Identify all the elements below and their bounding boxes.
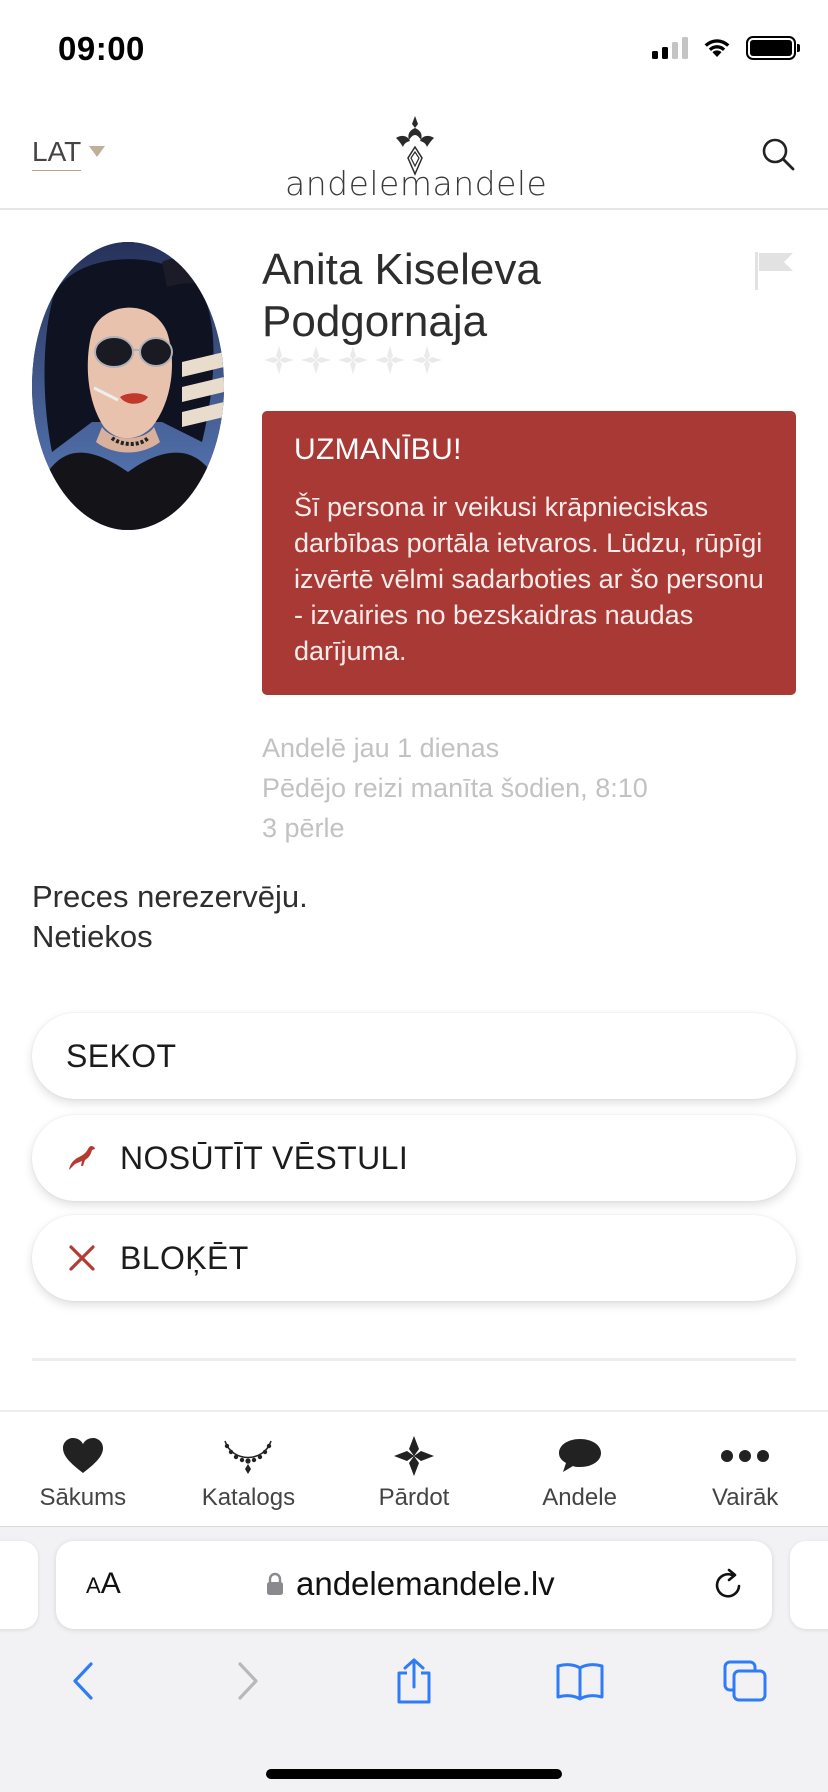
necklace-icon bbox=[222, 1434, 274, 1478]
previous-tab-preview[interactable] bbox=[0, 1541, 38, 1629]
nav-item-sell[interactable]: Pārdot bbox=[331, 1412, 497, 1526]
profile-name: Anita Kiseleva Podgornaja bbox=[262, 245, 541, 346]
status-bar: 09:00 bbox=[0, 0, 828, 100]
rating-star-icon bbox=[264, 346, 294, 374]
status-time: 09:00 bbox=[58, 30, 145, 67]
bio-line: Preces nerezervēju. bbox=[32, 879, 308, 914]
share-icon bbox=[397, 1658, 431, 1704]
wifi-icon bbox=[704, 39, 730, 57]
profile-meta: Andelē jau 1 dienas Pēdējo reizi manīta … bbox=[262, 728, 648, 848]
home-indicator bbox=[266, 1769, 562, 1779]
url-text: andelemandele.lv bbox=[296, 1565, 555, 1602]
warning-title: UZMANĪBU! bbox=[294, 433, 462, 466]
search-icon[interactable] bbox=[758, 134, 798, 174]
site-header: LAT andelemandele bbox=[0, 100, 828, 210]
rating-star-icon bbox=[375, 346, 405, 374]
block-label: BLOĶĒT bbox=[120, 1239, 249, 1276]
member-since: Andelē jau 1 dienas bbox=[262, 733, 500, 763]
bio-line: Netiekos bbox=[32, 919, 153, 954]
chevron-left-icon bbox=[73, 1662, 93, 1700]
tabs-button[interactable] bbox=[715, 1651, 775, 1711]
chevron-right-icon bbox=[238, 1662, 258, 1700]
caret-down-icon bbox=[89, 146, 106, 157]
bottom-navigation: Sākums Katalogs Pārdot Andele Vairāk bbox=[0, 1410, 828, 1526]
status-icons bbox=[652, 36, 800, 60]
report-flag-icon[interactable] bbox=[753, 250, 795, 292]
bookmarks-button[interactable] bbox=[550, 1651, 610, 1711]
send-message-label: NOSŪTĪT VĒSTULI bbox=[120, 1139, 409, 1176]
last-seen: Pēdējo reizi manīta šodien, 8:10 bbox=[262, 773, 648, 803]
pigeon-icon bbox=[66, 1142, 98, 1174]
rating-star-icon bbox=[412, 346, 442, 374]
pearls-count: 3 pērle bbox=[262, 813, 345, 843]
nav-label: Pārdot bbox=[378, 1484, 450, 1511]
block-button[interactable]: BLOĶĒT bbox=[32, 1215, 796, 1301]
section-divider bbox=[32, 1358, 796, 1361]
site-logo[interactable]: andelemandele bbox=[285, 116, 547, 203]
nav-item-home[interactable]: Sākums bbox=[0, 1412, 166, 1526]
chat-bubble-icon bbox=[557, 1434, 603, 1478]
text-size-button[interactable]: AA bbox=[86, 1567, 121, 1601]
back-button[interactable] bbox=[53, 1651, 113, 1711]
nav-label: Katalogs bbox=[201, 1484, 296, 1511]
address-bar[interactable]: AA andelemandele.lv bbox=[56, 1541, 772, 1629]
nav-item-more[interactable]: Vairāk bbox=[662, 1412, 828, 1526]
rating-star-icon bbox=[301, 346, 331, 374]
follow-button[interactable]: SEKOT bbox=[32, 1013, 796, 1099]
profile-avatar bbox=[32, 242, 224, 530]
rating-stars bbox=[262, 344, 444, 376]
language-label: LAT bbox=[32, 136, 82, 171]
close-x-icon bbox=[66, 1242, 98, 1274]
tabs-icon bbox=[723, 1660, 767, 1702]
more-dots-icon bbox=[720, 1434, 770, 1478]
next-tab-preview[interactable] bbox=[790, 1541, 828, 1629]
nav-label: Sākums bbox=[39, 1484, 127, 1511]
lock-icon bbox=[267, 1572, 283, 1595]
browser-chrome: AA andelemandele.lv bbox=[0, 1526, 828, 1792]
nav-item-catalog[interactable]: Katalogs bbox=[166, 1412, 332, 1526]
language-selector[interactable]: LAT bbox=[32, 136, 106, 171]
browser-toolbar bbox=[0, 1645, 828, 1717]
follow-label: SEKOT bbox=[66, 1037, 177, 1074]
diamond-cross-icon bbox=[393, 1434, 435, 1478]
logo-text: andelemandele bbox=[285, 164, 548, 203]
nav-label: Vairāk bbox=[712, 1484, 779, 1511]
book-icon bbox=[556, 1663, 604, 1701]
nav-item-andele[interactable]: Andele bbox=[497, 1412, 663, 1526]
rating-star-icon bbox=[338, 346, 368, 374]
battery-icon bbox=[746, 36, 800, 60]
heart-icon bbox=[62, 1434, 104, 1478]
profile-bio: Preces nerezervēju. Netiekos bbox=[32, 877, 308, 957]
fraud-warning-box: UZMANĪBU! Šī persona ir veikusi krāpniec… bbox=[262, 411, 796, 695]
reload-icon[interactable] bbox=[710, 1567, 746, 1603]
nav-label: Andele bbox=[542, 1484, 617, 1511]
warning-text: Šī persona ir veikusi krāpnieciskas darb… bbox=[294, 492, 764, 666]
cellular-signal-icon bbox=[652, 37, 688, 59]
share-button[interactable] bbox=[384, 1651, 444, 1711]
send-message-button[interactable]: NOSŪTĪT VĒSTULI bbox=[32, 1115, 796, 1201]
url-display[interactable]: andelemandele.lv bbox=[266, 1565, 555, 1603]
forward-button[interactable] bbox=[218, 1651, 278, 1711]
